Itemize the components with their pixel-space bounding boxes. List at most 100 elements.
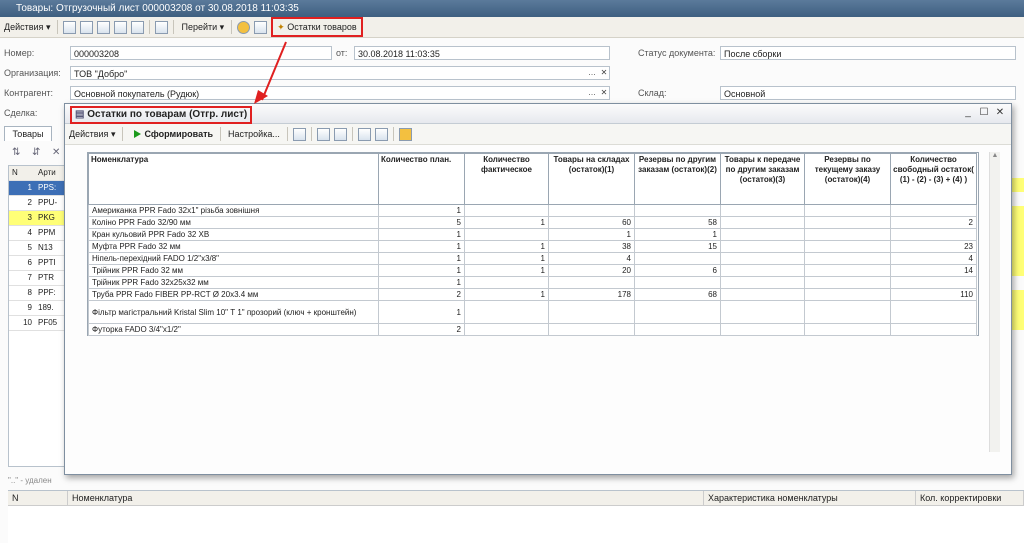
goods-table: N Арти 1 PPS: 2 PPU- 3 PKG 4 PPM 5 N13 6 PPTI 7 PTR 8 P…: [8, 165, 72, 467]
save-icon[interactable]: [63, 20, 77, 34]
delete-icon[interactable]: ✕: [52, 147, 60, 158]
goods-table-row[interactable]: 3 PKG: [9, 211, 71, 226]
table-icon[interactable]: [333, 127, 347, 141]
close-icon[interactable]: ✕: [993, 107, 1007, 119]
status-label: Статус документа:: [638, 48, 716, 58]
window-title: Товары: Отгрузочный лист 000003208 от 30…: [16, 3, 299, 14]
select-ellipsis-icon[interactable]: …: [586, 67, 598, 79]
generate-label: Сформировать: [144, 129, 214, 139]
based-on-icon[interactable]: [155, 20, 169, 34]
goods-table-row[interactable]: 2 PPU-: [9, 196, 71, 211]
goods-table-row[interactable]: 7 PTR: [9, 271, 71, 286]
report-cell-value: 4: [548, 252, 635, 265]
report-cell-value: [548, 204, 635, 217]
help-icon[interactable]: [398, 127, 412, 141]
maximize-icon[interactable]: ☐: [977, 107, 991, 119]
row-number: 3: [27, 213, 32, 222]
select-ellipsis-icon[interactable]: …: [586, 87, 598, 99]
goods-table-row[interactable]: 1 PPS:: [9, 181, 71, 196]
goods-table-row[interactable]: 10 PF05: [9, 316, 71, 331]
dialog-toolbar: Действия ▾ Сформировать Настройка...: [65, 124, 1011, 145]
report-row[interactable]: Муфта PPR Fado 32 мм 1 1 38 15 23: [88, 240, 977, 253]
structure-icon[interactable]: [131, 20, 145, 34]
report-cell-nomenclature: Фільтр магістральний Kristal Slim 10" Т …: [88, 300, 379, 324]
goods-table-row[interactable]: 5 N13: [9, 241, 71, 256]
sort-desc-icon[interactable]: ⇵: [32, 147, 40, 158]
report-column-header: Товары к передаче по другим заказам (ост…: [720, 153, 805, 205]
filter-icon[interactable]: [316, 127, 330, 141]
dialog-title-text: Остатки по товарам (Отгр. лист): [87, 109, 248, 120]
report-row[interactable]: Труба PPR Fado FIBER PP-RCT Ø 20x3.4 мм 2…: [88, 288, 977, 301]
sort-asc-icon[interactable]: ⇅: [12, 147, 20, 158]
report-cell-value: [720, 228, 805, 241]
col-n-header: N: [12, 168, 18, 177]
status-field[interactable]: После сборки: [720, 46, 1016, 60]
report-cell-nomenclature: Американка PPR Fado 32x1" різьба зовнішн…: [88, 204, 379, 217]
report-cell-value: 58: [634, 216, 721, 229]
report-cell-value: [890, 228, 977, 241]
load-settings-icon[interactable]: [357, 127, 371, 141]
goto-menu[interactable]: Перейти ▾: [177, 19, 228, 35]
tab-goods[interactable]: Товары: [4, 126, 52, 141]
print-icon[interactable]: [254, 20, 268, 34]
report-cell-value: 110: [890, 288, 977, 301]
dialog-actions-menu[interactable]: Действия ▾: [65, 126, 119, 142]
refresh-icon[interactable]: [97, 20, 111, 34]
report-cell-value: [804, 252, 891, 265]
copy-icon[interactable]: [114, 20, 128, 34]
report-row[interactable]: Трійник PPR Fado 32x25x32 мм 1: [88, 276, 977, 289]
deal-label: Сделка:: [4, 108, 38, 118]
goods-table-row[interactable]: 8 PPF:: [9, 286, 71, 301]
goods-table-row[interactable]: 6 PPTI: [9, 256, 71, 271]
goods-table-row[interactable]: 9 189.: [9, 301, 71, 316]
col-n-header: N: [8, 491, 68, 505]
report-cell-value: [890, 323, 977, 336]
minimize-icon[interactable]: _: [961, 107, 975, 119]
post-icon[interactable]: [80, 20, 94, 34]
organization-field[interactable]: ТОВ "Добро": [70, 66, 610, 80]
actions-menu[interactable]: Действия ▾: [0, 19, 54, 35]
scroll-up-icon[interactable]: ▲: [990, 152, 1000, 159]
date-field[interactable]: 30.08.2018 11:03:35: [354, 46, 610, 60]
report-cell-value: [720, 323, 805, 336]
toolbar-separator: [231, 20, 233, 34]
report-row[interactable]: Трійник PPR Fado 32 мм 1 1 20 6 14: [88, 264, 977, 277]
warehouse-field[interactable]: Основной: [720, 86, 1016, 100]
report-row[interactable]: Коліно PPR Fado 32/90 мм 5 1 60 58 2: [88, 216, 977, 229]
main-toolbar: Действия ▾ Перейти ▾ ✦ Остатки товаров: [0, 17, 1024, 38]
report-row[interactable]: Американка PPR Fado 32x1" різьба зовнішн…: [88, 204, 977, 217]
report-cell-value: [634, 252, 721, 265]
report-row[interactable]: Кран кульовий PPR Fado 32 ХВ 1 1 1: [88, 228, 977, 241]
help-icon[interactable]: [237, 20, 251, 34]
report-row[interactable]: Ніпель-перехідний FADO 1/2"x3/8" 1 1 4 4: [88, 252, 977, 265]
report-cell-value: [634, 276, 721, 289]
clear-icon[interactable]: ✕: [598, 67, 610, 79]
toolbar-separator: [286, 127, 288, 141]
report-header-row: Номенклатура Количество план. Количество ф…: [88, 153, 977, 205]
report-cell-value: 15: [634, 240, 721, 253]
save-settings-icon[interactable]: [374, 127, 388, 141]
stock-balances-button[interactable]: ✦ Остатки товаров: [271, 17, 363, 37]
report-view-icon[interactable]: [292, 127, 306, 141]
report-row[interactable]: Футорка FADO 3/4"x1/2" 2: [88, 323, 977, 336]
report-column-header: Номенклатура: [88, 153, 379, 205]
window-title-bar: Товары: Отгрузочный лист 000003208 от 30…: [0, 0, 1024, 17]
number-field[interactable]: 000003208: [70, 46, 332, 60]
stock-icon: ✦: [277, 22, 285, 32]
goto-menu-label: Перейти: [181, 22, 218, 32]
report-cell-value: [720, 204, 805, 217]
generate-button[interactable]: Сформировать: [126, 126, 217, 142]
report-row[interactable]: Фільтр магістральний Kristal Slim 10" Т …: [88, 300, 977, 324]
stock-balances-label: Остатки товаров: [287, 22, 357, 32]
clear-icon[interactable]: ✕: [598, 87, 610, 99]
report-cell-value: 14: [890, 264, 977, 277]
report-cell-value: 1: [378, 252, 465, 265]
report-column-header: Товары на складах (остаток)(1): [548, 153, 635, 205]
report-cell-value: [720, 252, 805, 265]
contractor-field[interactable]: Основной покупатель (Рудюк): [70, 86, 610, 100]
settings-button[interactable]: Настройка...: [224, 126, 284, 142]
goods-table-row[interactable]: 4 PPM: [9, 226, 71, 241]
report-scrollbar[interactable]: ▲: [989, 152, 1000, 452]
col-qty-correction-header: Кол. корректировки: [916, 491, 1024, 505]
toolbar-separator: [122, 127, 124, 141]
